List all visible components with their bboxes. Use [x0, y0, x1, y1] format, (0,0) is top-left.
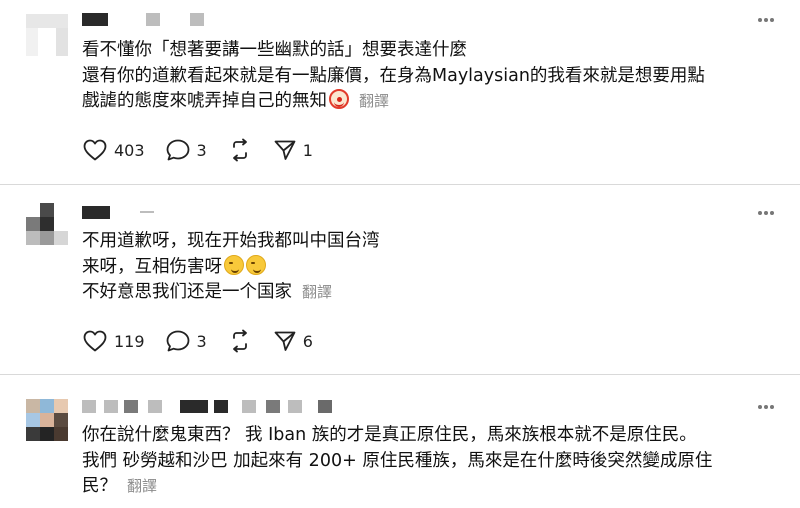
heart-icon	[83, 139, 107, 161]
smirking-face-emoji	[246, 254, 266, 275]
thread-post-1: 看不懂你「想著要講一些幽默的話」想要表達什麼 還有你的道歉看起來就是有一點廉價，…	[0, 0, 800, 184]
post-line-text: 不好意思我们还是一个国家	[82, 282, 292, 302]
post-line: 還有你的道歉看起來就是有一點廉價，在身為Maylaysian的我看來就是想要用點	[82, 65, 705, 86]
post-actions: 403 3 1	[82, 136, 333, 164]
post-line: 我們 砂勞越和沙巴 加起來有 200+ 原住民種族，馬來是在什麼時後突然變成原住	[82, 450, 713, 471]
heart-icon	[83, 330, 107, 352]
post-line-text: 民？	[82, 476, 117, 496]
repost-button[interactable]	[227, 138, 253, 162]
post-line-text: 来呀，互相伤害呀	[82, 256, 222, 277]
avatar[interactable]	[26, 14, 68, 56]
post-line-text: 戲謔的態度來唬弄掉自己的無知	[82, 91, 327, 111]
reply-button[interactable]: 3	[165, 138, 207, 162]
more-dots-icon[interactable]	[756, 203, 776, 223]
reply-count: 3	[196, 140, 207, 160]
username-redacted[interactable]	[82, 12, 204, 26]
post-text: 不用道歉呀，现在开始我都叫中国台湾 来呀，互相伤害呀 不好意思我们还是一个国家翻…	[82, 229, 380, 306]
reply-button[interactable]: 3	[165, 329, 207, 353]
post-line: 来呀，互相伤害呀	[82, 254, 380, 281]
avatar[interactable]	[26, 203, 68, 245]
like-button[interactable]: 119	[82, 329, 145, 353]
avatar[interactable]	[26, 399, 68, 441]
post-line: 你在說什麼鬼東西？ 我 Iban 族的才是真正原住民，馬來族根本就不是原住民。	[82, 425, 697, 445]
post-text: 你在說什麼鬼東西？ 我 Iban 族的才是真正原住民，馬來族根本就不是原住民。 …	[82, 423, 712, 500]
thread-post-2: 不用道歉呀，现在开始我都叫中国台湾 来呀，互相伤害呀 不好意思我们还是一个国家翻…	[0, 185, 800, 374]
send-icon	[274, 331, 296, 351]
translate-link[interactable]: 翻譯	[359, 92, 389, 110]
post-actions: 119 3 6	[82, 327, 333, 355]
more-dots-icon[interactable]	[756, 10, 776, 30]
post-line: 戲謔的態度來唬弄掉自己的無知 翻譯	[82, 89, 705, 115]
username-redacted[interactable]	[82, 399, 332, 413]
reply-count: 3	[196, 331, 207, 351]
like-count: 119	[114, 331, 145, 351]
more-dots-icon[interactable]	[756, 397, 776, 417]
share-count: 6	[302, 331, 313, 351]
smirking-face-emoji	[224, 254, 244, 275]
like-button[interactable]: 403	[82, 138, 145, 162]
share-count: 1	[302, 140, 313, 160]
post-text: 看不懂你「想著要講一些幽默的話」想要表達什麼 還有你的道歉看起來就是有一點廉價，…	[82, 38, 705, 115]
translate-link[interactable]: 翻譯	[127, 477, 157, 495]
like-count: 403	[114, 140, 145, 160]
post-line: 看不懂你「想著要講一些幽默的話」想要表達什麼	[82, 40, 467, 60]
post-line: 不好意思我们还是一个国家 翻譯	[82, 280, 380, 306]
repost-button[interactable]	[227, 329, 253, 353]
repost-icon	[232, 138, 247, 162]
thread-post-3: 你在說什麼鬼東西？ 我 Iban 族的才是真正原住民，馬來族根本就不是原住民。 …	[0, 375, 800, 508]
post-line: 不用道歉呀，现在开始我都叫中国台湾	[82, 231, 380, 251]
clown-face-emoji	[329, 89, 349, 109]
speech-bubble-icon	[166, 330, 189, 352]
speech-bubble-icon	[166, 139, 189, 161]
post-line: 民？ 翻譯	[82, 474, 712, 500]
username-redacted[interactable]	[82, 205, 154, 219]
repost-icon	[232, 329, 247, 353]
send-icon	[274, 140, 296, 160]
share-button[interactable]: 1	[273, 138, 313, 162]
share-button[interactable]: 6	[273, 329, 313, 353]
translate-link[interactable]: 翻譯	[302, 283, 332, 301]
